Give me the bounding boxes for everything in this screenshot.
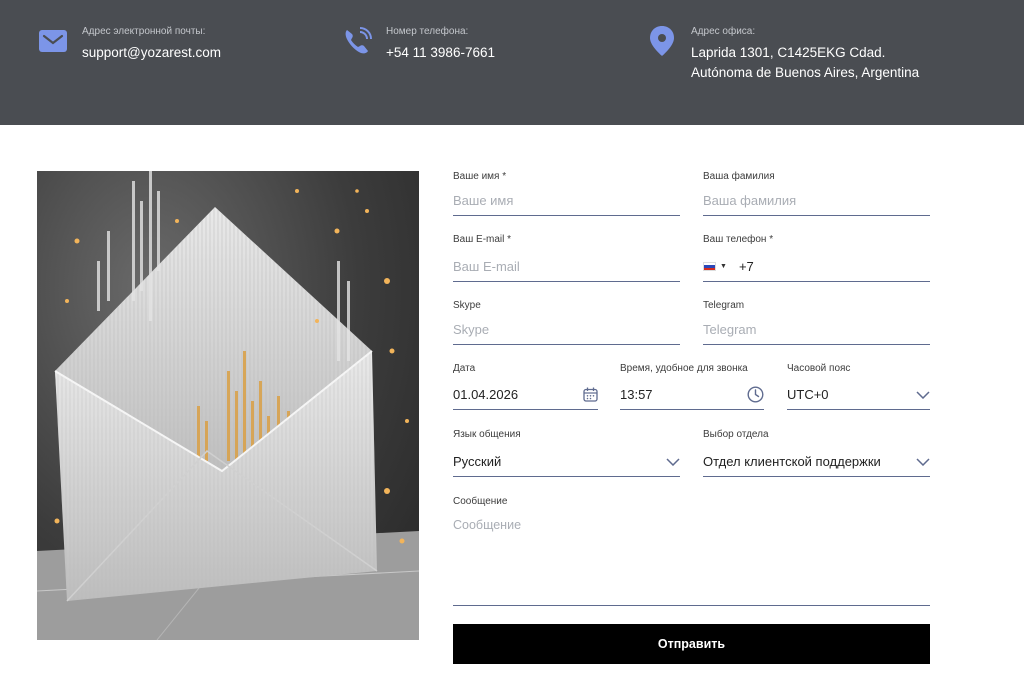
time-input[interactable]: 13:57 <box>620 380 764 410</box>
timezone-field: Часовой пояс UTC+0 <box>787 363 930 410</box>
country-dropdown-caret-icon[interactable]: ▼ <box>720 263 727 270</box>
timezone-select[interactable]: UTC+0 <box>787 380 930 410</box>
email-label: Ваш E-mail * <box>453 234 512 245</box>
contact-phone: Номер телефона: +54 11 3986-7661 <box>342 26 495 63</box>
contact-bar: Адрес электронной почты: support@yozares… <box>0 0 1024 125</box>
clock-icon[interactable] <box>747 386 764 403</box>
envelope-illustration <box>37 171 419 640</box>
office-address-line1: Laprida 1301, C1425EKG Cdad. <box>691 45 886 60</box>
phone-caption: Номер телефона: <box>386 26 469 37</box>
email-placeholder: Ваш E-mail <box>453 259 520 274</box>
timezone-value: UTC+0 <box>787 387 829 402</box>
last-name-input[interactable]: Ваша фамилия <box>703 186 930 216</box>
last-name-label: Ваша фамилия <box>703 171 775 182</box>
last-name-field: Ваша фамилия Ваша фамилия <box>703 171 930 216</box>
skype-placeholder: Skype <box>453 322 490 337</box>
email-link[interactable]: support@yozarest.com <box>82 43 221 63</box>
date-label: Дата <box>453 363 476 374</box>
first-name-field: Ваше имя * Ваше имя <box>453 171 680 216</box>
time-label: Время, удобное для звонка <box>620 363 748 374</box>
phone-label: Ваш телефон * <box>703 234 774 245</box>
email-input[interactable]: Ваш E-mail <box>453 252 680 282</box>
language-value: Русский <box>453 454 502 469</box>
contact-office: Адрес офиса: Laprida 1301, C1425EKG Cdad… <box>647 26 919 83</box>
phone-icon <box>342 26 372 56</box>
date-input[interactable]: 01.04.2026 <box>453 380 598 410</box>
date-field: Дата 01.04.2026 <box>453 363 598 410</box>
email-field: Ваш E-mail * Ваш E-mail <box>453 234 680 282</box>
russia-flag-icon[interactable] <box>703 262 716 271</box>
language-label: Язык общения <box>453 429 521 440</box>
timezone-label: Часовой пояс <box>787 363 851 374</box>
telegram-placeholder: Telegram <box>703 322 757 337</box>
office-address-line2: Autónoma de Buenos Aires, Argentina <box>691 65 920 80</box>
time-value: 13:57 <box>620 387 653 402</box>
time-field: Время, удобное для звонка 13:57 <box>620 363 764 410</box>
first-name-input[interactable]: Ваше имя <box>453 186 680 216</box>
language-field: Язык общения Русский <box>453 429 680 477</box>
phone-prefix: +7 <box>738 259 754 274</box>
phone-input[interactable]: ▼ +7 <box>703 252 930 282</box>
first-name-placeholder: Ваше имя <box>453 193 514 208</box>
message-field[interactable]: Сообщение Сообщение <box>453 496 930 606</box>
phone-link[interactable]: +54 11 3986-7661 <box>386 43 495 63</box>
chevron-down-icon[interactable] <box>916 457 930 466</box>
skype-field: Skype Skype <box>453 300 680 345</box>
department-select[interactable]: Отдел клиентской поддержки <box>703 447 930 477</box>
telegram-label: Telegram <box>703 300 745 311</box>
submit-button[interactable]: Отправить <box>453 624 930 664</box>
calendar-icon[interactable] <box>583 387 598 402</box>
office-caption: Адрес офиса: <box>691 26 756 37</box>
department-field: Выбор отдела Отдел клиентской поддержки <box>703 429 930 477</box>
contact-email: Адрес электронной почты: support@yozares… <box>38 26 221 63</box>
message-placeholder: Сообщение <box>453 518 522 532</box>
language-select[interactable]: Русский <box>453 447 680 477</box>
telegram-input[interactable]: Telegram <box>703 315 930 345</box>
skype-label: Skype <box>453 300 481 311</box>
email-caption: Адрес электронной почты: <box>82 26 206 37</box>
location-pin-icon <box>647 26 677 56</box>
chevron-down-icon[interactable] <box>666 457 680 466</box>
telegram-field: Telegram Telegram <box>703 300 930 345</box>
department-label: Выбор отдела <box>703 429 769 440</box>
phone-field: Ваш телефон * ▼ +7 <box>703 234 930 282</box>
date-value: 01.04.2026 <box>453 387 519 402</box>
first-name-label: Ваше имя * <box>453 171 507 182</box>
chevron-down-icon[interactable] <box>916 390 930 399</box>
skype-input[interactable]: Skype <box>453 315 680 345</box>
department-value: Отдел клиентской поддержки <box>703 454 881 469</box>
mail-icon <box>38 26 68 56</box>
message-label: Сообщение <box>453 496 508 507</box>
last-name-placeholder: Ваша фамилия <box>703 193 797 208</box>
